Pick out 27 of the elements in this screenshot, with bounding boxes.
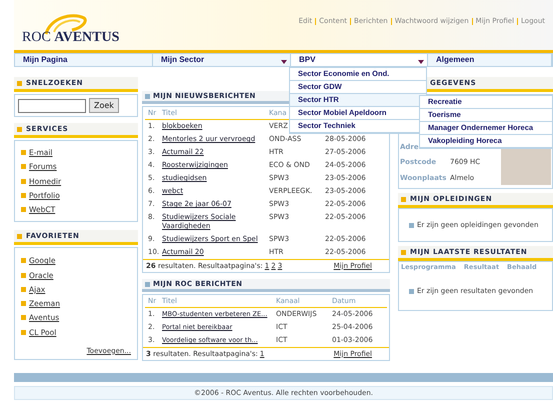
- bullet-icon: [21, 315, 26, 320]
- bullet-icon: [21, 207, 26, 212]
- bullet-icon: [21, 150, 26, 156]
- bullet-icon: [21, 301, 26, 306]
- bullet-icon: [21, 192, 26, 198]
- bullet-icon: [401, 196, 406, 202]
- nav-item[interactable]: Algemeen: [428, 54, 552, 66]
- bullet-icon: [17, 234, 22, 239]
- search-field[interactable]: [18, 98, 86, 112]
- bullet-icon: [21, 178, 26, 184]
- bullet-icon: [21, 164, 26, 170]
- search-button[interactable]: Zoek: [89, 98, 119, 113]
- bullet-icon: [409, 222, 414, 228]
- bullet-icon: [21, 330, 26, 335]
- bullet-icon: [145, 282, 150, 286]
- bullet-icon: [17, 126, 22, 132]
- logo-text: ROC AVENTUS: [22, 31, 120, 45]
- bullet-icon: [401, 250, 406, 254]
- bullet-icon: [21, 258, 26, 264]
- bullet-icon: [145, 94, 150, 98]
- bullet-icon: [17, 80, 22, 86]
- bullet-icon: [21, 272, 26, 278]
- bullet-icon: [409, 288, 414, 294]
- bullet-icon: [21, 286, 26, 292]
- nav-item[interactable]: Mijn Pagina: [15, 54, 153, 66]
- nav-item[interactable]: BPV: [291, 54, 428, 66]
- photo-placeholder: [501, 147, 551, 185]
